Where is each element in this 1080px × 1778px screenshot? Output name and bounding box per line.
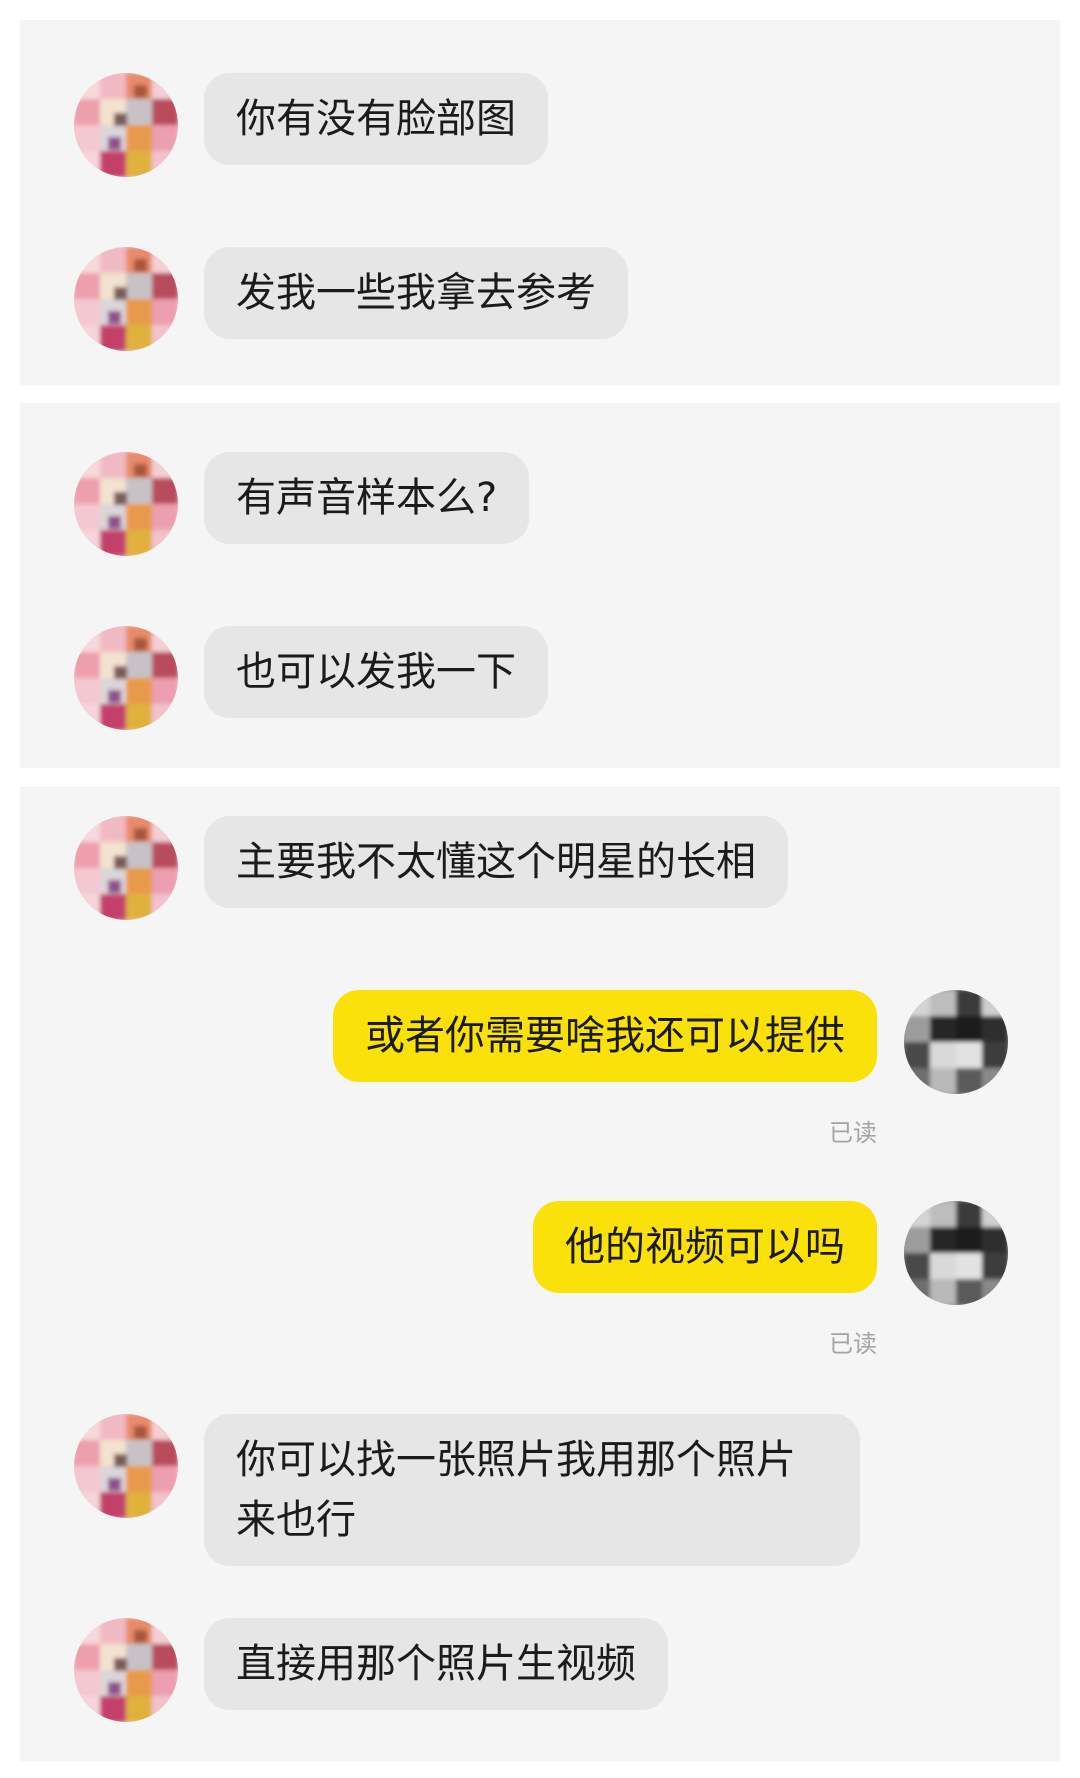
pixelated-cartoon-avatar-icon [74, 816, 178, 920]
contact-avatar[interactable] [74, 247, 178, 351]
chat-panel: 有声音样本么? 也可以发我一下 [20, 403, 1060, 768]
pixelated-photo-avatar-icon [904, 990, 1008, 1094]
pixelated-cartoon-avatar-icon [74, 1618, 178, 1722]
self-avatar[interactable] [904, 990, 1008, 1094]
contact-avatar[interactable] [74, 1414, 178, 1518]
incoming-message-bubble[interactable]: 直接用那个照片生视频 [204, 1618, 668, 1710]
pixelated-cartoon-avatar-icon [74, 1414, 178, 1518]
read-status: 已读 [829, 1119, 877, 1147]
outgoing-message-bubble[interactable]: 他的视频可以吗 [533, 1201, 877, 1293]
incoming-message-bubble[interactable]: 主要我不太懂这个明星的长相 [204, 816, 788, 908]
contact-avatar[interactable] [74, 626, 178, 730]
chat-panel: 主要我不太懂这个明星的长相 或者你需要啥我还可以提供 已读 他的视频可以吗 已读… [20, 787, 1060, 1761]
contact-avatar[interactable] [74, 452, 178, 556]
pixelated-cartoon-avatar-icon [74, 73, 178, 177]
incoming-message-bubble[interactable]: 你可以找一张照片我用那个照片来也行 [204, 1414, 860, 1566]
incoming-message-bubble[interactable]: 有声音样本么? [204, 452, 530, 544]
pixelated-cartoon-avatar-icon [74, 452, 178, 556]
chat-panel: 你有没有脸部图 发我一些我拿去参考 [20, 20, 1060, 385]
pixelated-photo-avatar-icon [904, 1201, 1008, 1305]
pixelated-cartoon-avatar-icon [74, 626, 178, 730]
contact-avatar[interactable] [74, 1618, 178, 1722]
incoming-message-bubble[interactable]: 你有没有脸部图 [204, 73, 548, 165]
pixelated-cartoon-avatar-icon [74, 247, 178, 351]
incoming-message-bubble[interactable]: 也可以发我一下 [204, 626, 548, 718]
contact-avatar[interactable] [74, 73, 178, 177]
incoming-message-bubble[interactable]: 发我一些我拿去参考 [204, 247, 628, 339]
self-avatar[interactable] [904, 1201, 1008, 1305]
read-status: 已读 [829, 1330, 877, 1358]
contact-avatar[interactable] [74, 816, 178, 920]
outgoing-message-bubble[interactable]: 或者你需要啥我还可以提供 [333, 990, 877, 1082]
